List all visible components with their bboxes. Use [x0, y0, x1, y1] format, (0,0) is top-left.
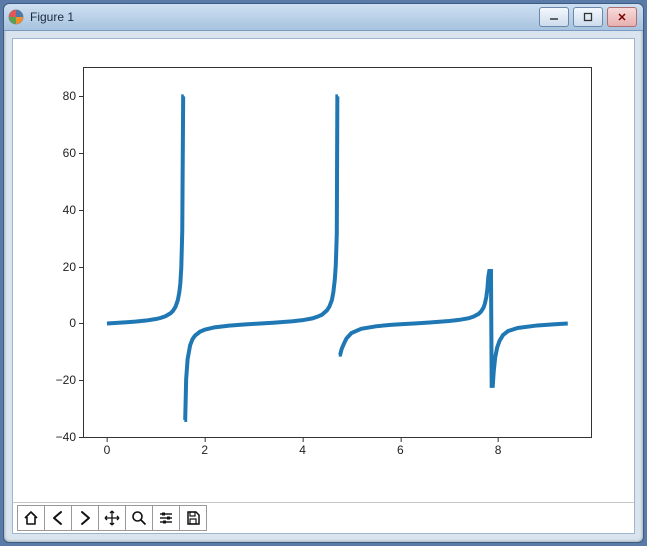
y-tick: 0 [69, 316, 76, 330]
titlebar[interactable]: Figure 1 [4, 4, 643, 31]
window-title: Figure 1 [30, 10, 74, 24]
client-area: −40 −20 0 20 40 60 80 0 2 4 6 8 [12, 38, 635, 534]
save-button[interactable] [180, 505, 207, 531]
x-tick: 4 [299, 443, 306, 457]
x-tick: 2 [201, 443, 208, 457]
y-tick: −40 [56, 430, 76, 444]
nav-toolbar [13, 502, 634, 533]
y-tick: 60 [63, 146, 76, 160]
minimize-button[interactable] [539, 7, 569, 27]
x-tick: 6 [397, 443, 404, 457]
x-tick: 8 [495, 443, 502, 457]
close-button[interactable] [607, 7, 637, 27]
window-buttons [539, 7, 637, 27]
figure-window: Figure 1 −40 −20 0 20 40 60 80 0 2 4 6 8 [3, 3, 644, 543]
zoom-button[interactable] [126, 505, 153, 531]
forward-button[interactable] [72, 505, 99, 531]
y-tick: −20 [56, 373, 76, 387]
y-tick: 20 [63, 260, 76, 274]
maximize-button[interactable] [573, 7, 603, 27]
y-tick: 80 [63, 89, 76, 103]
pan-button[interactable] [99, 505, 126, 531]
app-icon [8, 9, 24, 25]
home-button[interactable] [17, 505, 45, 531]
subplots-button[interactable] [153, 505, 180, 531]
line-series [84, 68, 591, 437]
x-tick: 0 [104, 443, 111, 457]
axes: −40−2002040608002468 [83, 67, 592, 438]
y-tick: 40 [63, 203, 76, 217]
figure-canvas[interactable]: −40 −20 0 20 40 60 80 0 2 4 6 8 [13, 39, 634, 502]
back-button[interactable] [45, 505, 72, 531]
